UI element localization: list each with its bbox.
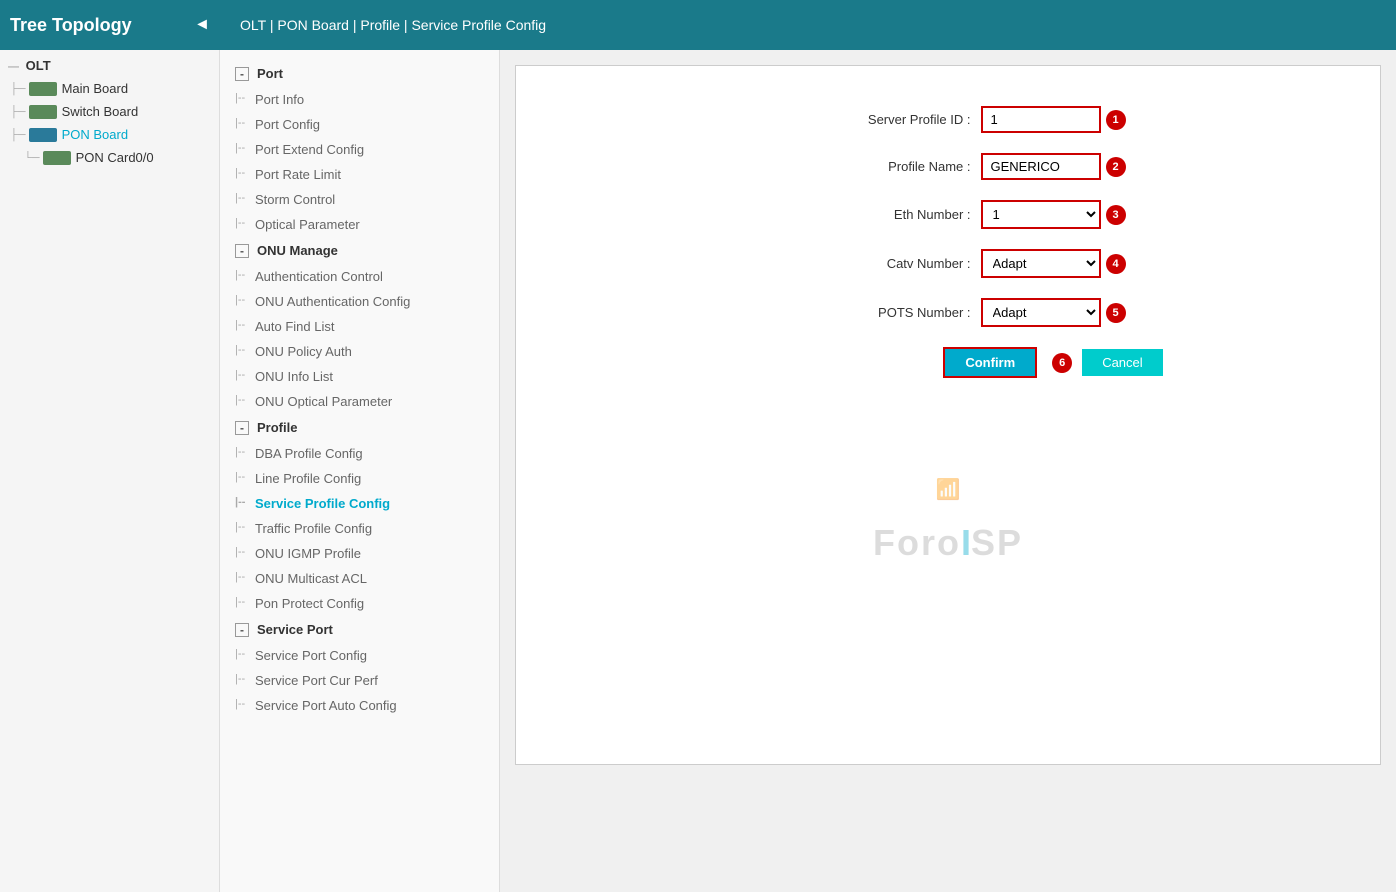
sidebar-item-switch-board[interactable]: ├─ Switch Board — [0, 100, 219, 123]
menu-item-line-profile[interactable]: Line Profile Config — [220, 466, 499, 491]
tree-connector: ├─ — [10, 83, 26, 95]
menu-item-pon-protect-config[interactable]: Pon Protect Config — [220, 591, 499, 616]
watermark: 📶 Foro I SP — [873, 477, 1023, 564]
device-icon — [43, 151, 71, 165]
watermark-container: 📶 Foro I SP — [873, 477, 1023, 564]
server-profile-id-label: Server Profile ID : — [771, 112, 971, 127]
pon-card-label: PON Card0/0 — [76, 150, 154, 165]
eth-number-label: Eth Number : — [771, 207, 971, 222]
device-icon — [29, 128, 57, 142]
step-badge-5: 5 — [1106, 303, 1126, 323]
watermark-text-group: Foro I SP — [873, 522, 1023, 564]
menu-item-onu-igmp-profile[interactable]: ONU IGMP Profile — [220, 541, 499, 566]
catv-number-row: Catv Number : Adapt 0 1 2 4 — [536, 249, 1360, 278]
pots-number-select[interactable]: Adapt 0 1 2 4 — [981, 298, 1101, 327]
collapse-sidebar-button[interactable]: ◄ — [194, 16, 210, 34]
sidebar-item-main-board[interactable]: ├─ Main Board — [0, 77, 219, 100]
catv-number-select[interactable]: Adapt 0 1 2 — [981, 249, 1101, 278]
watermark-dot: I — [961, 522, 971, 564]
step-badge-6: 6 — [1052, 353, 1072, 373]
menu-item-port-rate-limit[interactable]: Port Rate Limit — [220, 162, 499, 187]
tree-connector: ├─ — [10, 129, 26, 141]
app-title: Tree Topology — [10, 15, 132, 36]
profile-name-input[interactable] — [981, 153, 1101, 180]
tree-connector: — — [8, 61, 19, 73]
main-layout: — OLT ├─ Main Board ├─ Switch Board ├─ P… — [0, 50, 1396, 892]
main-content: Server Profile ID : 1 Profile Name : 2 E… — [500, 50, 1396, 892]
buttons-group: Confirm 6 Cancel — [943, 347, 1162, 378]
menu-panel: - Port Port Info Port Config Port Extend… — [220, 50, 500, 892]
menu-section-service-port[interactable]: - Service Port — [220, 616, 499, 643]
profile-name-label: Profile Name : — [771, 159, 971, 174]
menu-item-service-port-config[interactable]: Service Port Config — [220, 643, 499, 668]
profile-name-row: Profile Name : 2 — [536, 153, 1360, 180]
eth-number-row: Eth Number : 1 2 4 8 3 — [536, 200, 1360, 229]
step-badge-1: 1 — [1106, 110, 1126, 130]
watermark-text-right: SP — [971, 522, 1023, 564]
tree-connector: ├─ — [10, 106, 26, 118]
menu-item-onu-optical-param[interactable]: ONU Optical Parameter — [220, 389, 499, 414]
main-board-label: Main Board — [62, 81, 128, 96]
sidebar-item-pon-card[interactable]: └─ PON Card0/0 — [0, 146, 219, 169]
menu-section-profile[interactable]: - Profile — [220, 414, 499, 441]
menu-item-service-port-cur-perf[interactable]: Service Port Cur Perf — [220, 668, 499, 693]
service-port-section-label: Service Port — [257, 622, 333, 637]
menu-item-onu-policy-auth[interactable]: ONU Policy Auth — [220, 339, 499, 364]
menu-item-auto-find-list[interactable]: Auto Find List — [220, 314, 499, 339]
tree-connector: └─ — [24, 152, 40, 164]
confirm-button[interactable]: Confirm — [943, 347, 1037, 378]
app-header: Tree Topology ◄ OLT | PON Board | Profil… — [0, 0, 1396, 50]
menu-item-traffic-profile[interactable]: Traffic Profile Config — [220, 516, 499, 541]
menu-item-port-extend-config[interactable]: Port Extend Config — [220, 137, 499, 162]
menu-section-port[interactable]: - Port — [220, 60, 499, 87]
buttons-row: Confirm 6 Cancel — [536, 347, 1360, 378]
olt-root-item[interactable]: — OLT — [0, 50, 219, 77]
menu-item-auth-control[interactable]: Authentication Control — [220, 264, 499, 289]
switch-board-label: Switch Board — [62, 104, 139, 119]
menu-item-onu-multicast-acl[interactable]: ONU Multicast ACL — [220, 566, 499, 591]
pon-board-label: PON Board — [62, 127, 128, 142]
step-badge-2: 2 — [1106, 157, 1126, 177]
menu-item-onu-info-list[interactable]: ONU Info List — [220, 364, 499, 389]
menu-item-port-info[interactable]: Port Info — [220, 87, 499, 112]
sidebar-item-pon-board[interactable]: ├─ PON Board — [0, 123, 219, 146]
catv-number-label: Catv Number : — [771, 256, 971, 271]
tree-sidebar: — OLT ├─ Main Board ├─ Switch Board ├─ P… — [0, 50, 220, 892]
menu-section-onu-manage[interactable]: - ONU Manage — [220, 237, 499, 264]
form-container: Server Profile ID : 1 Profile Name : 2 E… — [515, 65, 1381, 765]
step-badge-3: 3 — [1106, 205, 1126, 225]
menu-item-onu-auth-config[interactable]: ONU Authentication Config — [220, 289, 499, 314]
port-section-label: Port — [257, 66, 283, 81]
menu-item-service-profile[interactable]: Service Profile Config — [220, 491, 499, 516]
watermark-text-left: Foro — [873, 522, 961, 564]
menu-item-dba-profile[interactable]: DBA Profile Config — [220, 441, 499, 466]
collapse-port-icon: - — [235, 67, 249, 81]
pots-number-row: POTS Number : Adapt 0 1 2 4 5 — [536, 298, 1360, 327]
wifi-icon: 📶 — [873, 477, 1023, 502]
pots-number-label: POTS Number : — [771, 305, 971, 320]
menu-item-optical-parameter[interactable]: Optical Parameter — [220, 212, 499, 237]
device-icon — [29, 105, 57, 119]
menu-item-port-config[interactable]: Port Config — [220, 112, 499, 137]
collapse-onu-icon: - — [235, 244, 249, 258]
onu-manage-section-label: ONU Manage — [257, 243, 338, 258]
collapse-service-port-icon: - — [235, 623, 249, 637]
eth-number-select[interactable]: 1 2 4 8 — [981, 200, 1101, 229]
sidebar-header: Tree Topology ◄ — [0, 0, 220, 50]
server-profile-id-input[interactable] — [981, 106, 1101, 133]
profile-section-label: Profile — [257, 420, 297, 435]
collapse-profile-icon: - — [235, 421, 249, 435]
step-badge-4: 4 — [1106, 254, 1126, 274]
breadcrumb: OLT | PON Board | Profile | Service Prof… — [220, 17, 566, 33]
menu-item-storm-control[interactable]: Storm Control — [220, 187, 499, 212]
device-icon — [29, 82, 57, 96]
menu-item-service-port-auto-config[interactable]: Service Port Auto Config — [220, 693, 499, 718]
cancel-button[interactable]: Cancel — [1082, 349, 1162, 376]
server-profile-id-row: Server Profile ID : 1 — [536, 106, 1360, 133]
olt-label: OLT — [26, 58, 51, 73]
